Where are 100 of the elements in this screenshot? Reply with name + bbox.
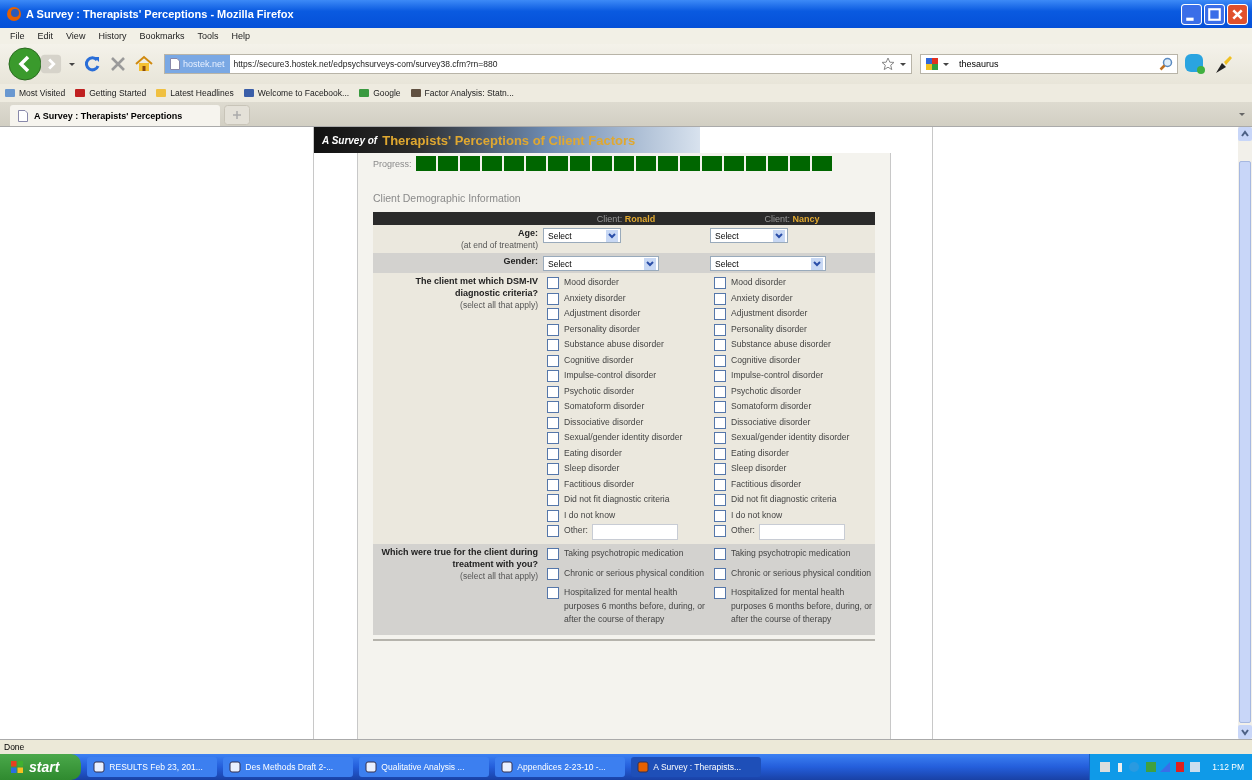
caret-icon[interactable] (1238, 110, 1246, 118)
checkbox[interactable] (547, 339, 559, 351)
checkbox[interactable] (714, 567, 726, 580)
gender-dropdown[interactable]: Select (543, 256, 659, 271)
search-icon[interactable] (1159, 57, 1173, 71)
bookmark-item[interactable]: Factor Analysis: Statn... (409, 87, 514, 99)
checkbox[interactable] (714, 548, 726, 560)
checkbox[interactable] (714, 432, 726, 444)
gender-dropdown[interactable]: Select (710, 256, 826, 271)
checkbox[interactable] (547, 432, 559, 444)
search-engine-icon[interactable] (925, 57, 939, 71)
option-label: Adjustment disorder (731, 307, 808, 320)
checkbox[interactable] (547, 370, 559, 382)
checkbox[interactable] (714, 308, 726, 320)
checkbox[interactable] (547, 416, 559, 429)
bookmark-item[interactable]: Google (358, 87, 401, 99)
scroll-up-button[interactable] (1238, 127, 1252, 141)
app-icon (93, 761, 106, 773)
option-label: Substance abuse disorder (564, 338, 664, 351)
checkbox[interactable] (547, 494, 559, 506)
checkbox[interactable] (714, 339, 726, 351)
caret-icon[interactable] (942, 60, 950, 68)
close-button[interactable] (1227, 3, 1248, 25)
taskbar-button[interactable]: RESULTS Feb 23, 201... (87, 757, 218, 777)
scrollbar[interactable] (1238, 127, 1252, 739)
checkbox[interactable] (547, 277, 559, 289)
checkbox[interactable] (714, 370, 726, 382)
option-label: Eating disorder (731, 446, 789, 460)
bookmark-item[interactable]: Most Visited (4, 87, 66, 99)
taskbar-button[interactable]: Appendices 2-23-10 -... (495, 757, 626, 777)
question-label: The client met which DSM-IV diagnostic criteria? (414, 275, 538, 299)
taskbar-button[interactable]: A Survey : Therapists... (631, 757, 762, 777)
browser-tab[interactable]: A Survey : Therapists' Perceptions (10, 105, 220, 126)
caret-icon[interactable] (899, 60, 907, 68)
age-dropdown[interactable]: Select (543, 228, 621, 243)
checkbox[interactable] (714, 401, 726, 413)
menu-item[interactable]: Help (231, 31, 250, 41)
option-label: Other: (731, 524, 755, 537)
checkbox[interactable] (714, 385, 726, 398)
star-icon[interactable] (881, 57, 895, 71)
maximize-button[interactable] (1204, 3, 1225, 25)
scroll-thumb[interactable] (1239, 161, 1251, 723)
age-dropdown[interactable]: Select (710, 228, 788, 243)
scroll-down-button[interactable] (1238, 725, 1252, 739)
checkbox[interactable] (714, 447, 726, 460)
menu-item[interactable]: Tools (197, 31, 219, 41)
status-text: Done (4, 742, 25, 752)
menu-item[interactable]: Edit (37, 31, 54, 41)
minimize-button[interactable] (1181, 3, 1202, 25)
checkbox[interactable] (714, 292, 726, 305)
menu-item[interactable]: Bookmarks (139, 31, 185, 41)
checkbox[interactable] (547, 478, 559, 491)
home-button[interactable] (134, 54, 154, 74)
checkbox[interactable] (714, 525, 726, 537)
search-text: thesaurus (959, 59, 1000, 69)
checkbox[interactable] (547, 509, 559, 522)
bookmark-item[interactable]: Welcome to Facebook... (242, 87, 350, 99)
checkbox[interactable] (714, 354, 726, 367)
menu-item[interactable]: History (98, 31, 127, 41)
reload-button[interactable] (82, 54, 102, 74)
caret-icon[interactable] (68, 60, 76, 68)
checkbox[interactable] (547, 587, 559, 599)
checkbox[interactable] (547, 548, 559, 560)
option-label: Sleep disorder (731, 462, 787, 475)
taskbar-button[interactable]: Qualitative Analysis ... (359, 757, 490, 777)
menu-item[interactable]: File (10, 31, 25, 41)
forward-button[interactable] (40, 53, 62, 75)
checkbox[interactable] (547, 567, 559, 580)
checkbox[interactable] (547, 385, 559, 398)
checkbox[interactable] (714, 494, 726, 506)
checkbox[interactable] (547, 292, 559, 305)
checkbox[interactable] (547, 354, 559, 367)
checkbox[interactable] (714, 478, 726, 491)
checkbox[interactable] (547, 401, 559, 413)
checkbox[interactable] (714, 416, 726, 429)
back-button[interactable] (8, 47, 42, 81)
option-label: Mood disorder (564, 276, 619, 289)
option-label: Chronic or serious physical condition (731, 566, 871, 580)
checkbox[interactable] (714, 277, 726, 289)
checkbox[interactable] (714, 587, 726, 599)
option-label: Dissociative disorder (731, 415, 811, 429)
start-button[interactable]: start (0, 754, 82, 780)
bookmark-item[interactable]: Latest Headlines (155, 87, 234, 99)
checkbox[interactable] (714, 463, 726, 475)
checkbox[interactable] (714, 323, 726, 336)
other-input-field[interactable] (758, 524, 845, 540)
checkbox[interactable] (547, 447, 559, 460)
checkbox[interactable] (547, 463, 559, 475)
checkbox[interactable] (547, 525, 559, 537)
checkbox[interactable] (547, 308, 559, 320)
address-field[interactable]: hostek.net https://secure3.hostek.net/edpsychsurveys-com/survey38.cfm?rn=880 (164, 54, 912, 74)
search-field[interactable]: thesaurus (920, 54, 1178, 74)
other-input-field[interactable] (591, 524, 678, 540)
bookmark-item[interactable]: Getting Started (74, 87, 147, 99)
windows-logo-icon (10, 760, 24, 774)
taskbar-button[interactable]: Des Methods Draft 2-... (223, 757, 354, 777)
menu-item[interactable]: View (66, 31, 86, 41)
checkbox[interactable] (547, 323, 559, 336)
bookmark-icon (4, 87, 16, 99)
checkbox[interactable] (714, 509, 726, 522)
